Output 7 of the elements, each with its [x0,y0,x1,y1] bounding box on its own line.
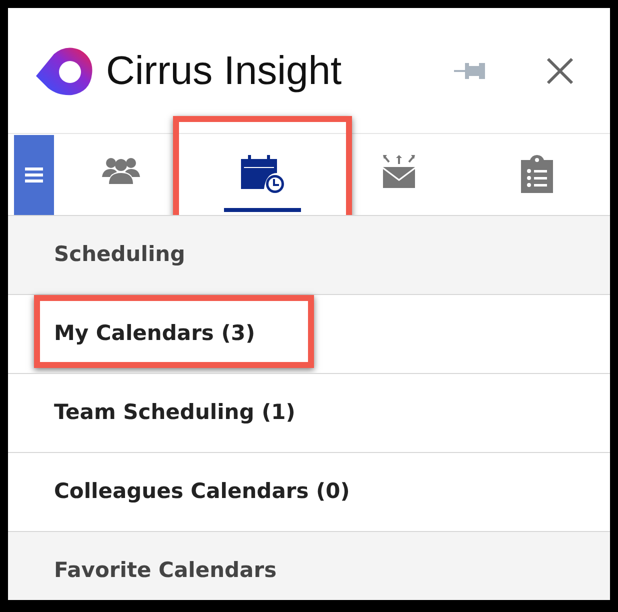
menu-button[interactable] [14,135,54,215]
section-header: Favorite Calendars [8,531,610,600]
calendar-clock-icon [240,154,286,194]
brand-name: Cirrus Insight [106,48,342,94]
section-header: Scheduling [8,215,610,294]
close-icon[interactable] [546,56,574,84]
menu-icon [25,167,43,183]
